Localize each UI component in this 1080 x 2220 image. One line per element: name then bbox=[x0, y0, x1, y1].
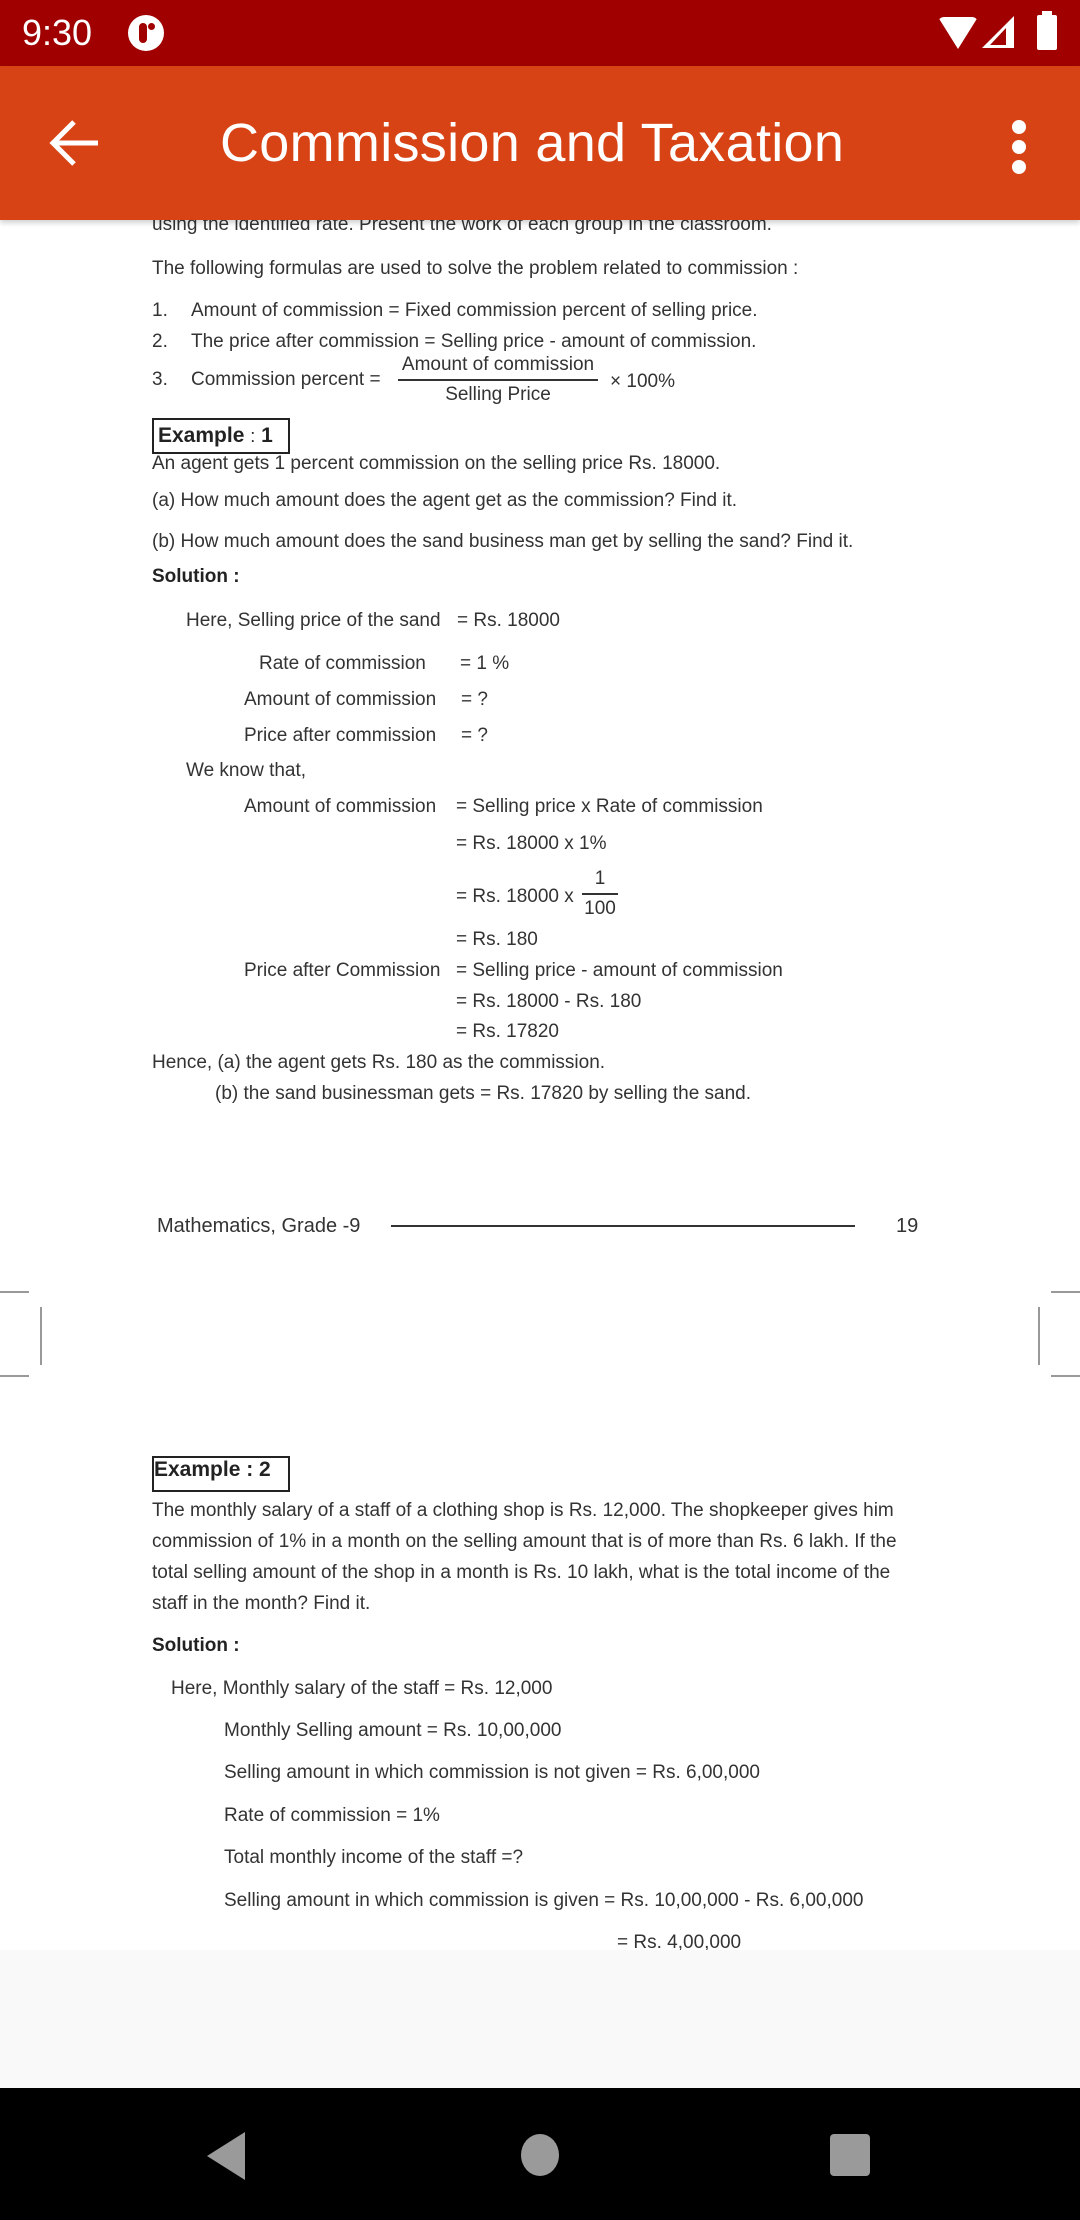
solution-line: Selling amount in which commission is no… bbox=[224, 1762, 760, 1783]
signal-icon bbox=[982, 16, 1014, 48]
footer-rule bbox=[391, 1225, 855, 1227]
commission-percent-fraction: Amount of commission Selling Price bbox=[398, 354, 598, 406]
nav-recents-button[interactable] bbox=[830, 2134, 870, 2176]
solution-line: Selling amount in which commission is gi… bbox=[224, 1890, 864, 1911]
example-1-part-a: (a) How much amount does the agent get a… bbox=[152, 490, 738, 511]
formulas-intro: The following formulas are used to solve… bbox=[152, 258, 799, 279]
example-2-label: Example : 2 bbox=[154, 1458, 271, 1481]
step-value: = Rs. 18000 x bbox=[456, 886, 574, 907]
step-value: = Selling price - amount of commission bbox=[456, 960, 783, 981]
conclusion-b: (b) the sand businessman gets = Rs. 1782… bbox=[215, 1083, 752, 1104]
given-value: = ? bbox=[461, 725, 488, 746]
example-2-question-line: The monthly salary of a staff of a cloth… bbox=[152, 1500, 894, 1521]
solution-line: Here, Monthly salary of the staff = Rs. … bbox=[171, 1678, 553, 1699]
page-corner-mark bbox=[1038, 1307, 1040, 1365]
example-sep: : bbox=[250, 426, 256, 446]
given-value: = 1 % bbox=[460, 653, 510, 674]
solution-line: = Rs. 4,00,000 bbox=[617, 1932, 742, 1950]
more-vert-icon bbox=[1012, 120, 1026, 134]
given-label: Price after commission bbox=[244, 725, 437, 746]
step-value: = Rs. 18000 - Rs. 180 bbox=[456, 991, 642, 1012]
pdf-document-view[interactable]: using the identified rate. Present the w… bbox=[0, 220, 1080, 1950]
example-2-question-line: staff in the month? Find it. bbox=[152, 1593, 371, 1614]
formula-text: Commission percent = bbox=[191, 369, 381, 390]
solution-line: Rate of commission = 1% bbox=[224, 1805, 440, 1826]
more-vert-icon-dot bbox=[1012, 140, 1026, 154]
example-2-heading: Example : 2 bbox=[152, 1456, 290, 1492]
example-1-heading: Example : 1 bbox=[152, 418, 290, 454]
given-label: Here, Selling price of the sand bbox=[186, 610, 441, 631]
nav-home-button[interactable] bbox=[521, 2134, 559, 2176]
example-2-question-line: commission of 1% in a month on the selli… bbox=[152, 1531, 897, 1552]
fraction-numerator: Amount of commission bbox=[401, 354, 595, 375]
navigation-bar bbox=[0, 2088, 1080, 2220]
we-know-text: We know that, bbox=[186, 760, 307, 781]
formula-suffix: × 100% bbox=[610, 371, 675, 392]
app-title: Commission and Taxation bbox=[220, 113, 845, 173]
formula-text: The price after commission = Selling pri… bbox=[191, 331, 757, 352]
formula-number: 3. bbox=[152, 369, 168, 390]
intro-tail-text: using the identified rate. Present the w… bbox=[152, 220, 772, 235]
app-bar: Commission and Taxation bbox=[0, 66, 1080, 220]
example-number: 1 bbox=[261, 424, 273, 447]
battery-icon bbox=[1037, 11, 1057, 50]
fraction-numerator: 1 bbox=[594, 868, 606, 889]
status-time: 9:30 bbox=[22, 12, 93, 53]
conclusion-a: Hence, (a) the agent gets Rs. 180 as the… bbox=[152, 1052, 606, 1073]
step-label: Price after Commission bbox=[244, 960, 441, 981]
page-corner-mark bbox=[1051, 1375, 1080, 1377]
solution-line: Monthly Selling amount = Rs. 10,00,000 bbox=[224, 1720, 562, 1741]
viewer-background bbox=[0, 1950, 1080, 2088]
example-label: Example bbox=[158, 424, 245, 447]
step-value: = Rs. 18000 x 1% bbox=[456, 833, 607, 854]
fraction-bar bbox=[582, 893, 618, 895]
status-bar: 9:30 bbox=[0, 0, 1080, 66]
step-value: = Selling price x Rate of commission bbox=[456, 796, 763, 817]
solution-label: Solution : bbox=[152, 1635, 240, 1656]
fraction-denominator: Selling Price bbox=[445, 384, 551, 405]
app-notification-icon bbox=[128, 15, 164, 51]
example-1-part-b: (b) How much amount does the sand busine… bbox=[152, 531, 854, 552]
wifi-icon bbox=[938, 17, 978, 49]
page-corner-mark bbox=[1051, 1291, 1080, 1293]
footer-page-number: 19 bbox=[896, 1215, 919, 1237]
step-value: = Rs. 17820 bbox=[456, 1021, 559, 1042]
formula-text: Amount of commission = Fixed commission … bbox=[191, 300, 758, 321]
step-label: Amount of commission bbox=[244, 796, 437, 817]
fraction-bar bbox=[398, 379, 598, 381]
formula-number: 2. bbox=[152, 331, 168, 352]
step-value: = Rs. 180 bbox=[456, 929, 538, 950]
given-label: Rate of commission bbox=[259, 653, 426, 674]
more-options-button[interactable] bbox=[1000, 112, 1040, 182]
page-corner-mark bbox=[0, 1291, 29, 1293]
footer-book-title: Mathematics, Grade -9 bbox=[157, 1215, 361, 1237]
given-value: = Rs. 18000 bbox=[457, 610, 560, 631]
more-vert-icon-dot bbox=[1012, 160, 1026, 174]
page-corner-mark bbox=[0, 1375, 29, 1377]
example-1-question: An agent gets 1 percent commission on th… bbox=[152, 453, 721, 474]
given-label: Amount of commission bbox=[244, 689, 437, 710]
given-value: = ? bbox=[461, 689, 488, 710]
solution-line: Total monthly income of the staff =? bbox=[224, 1847, 524, 1868]
nav-back-button[interactable] bbox=[207, 2132, 245, 2180]
back-button[interactable] bbox=[40, 108, 110, 178]
page-corner-mark bbox=[40, 1307, 42, 1365]
one-hundredth-fraction: 1 100 bbox=[582, 868, 618, 920]
formula-number: 1. bbox=[152, 300, 168, 321]
example-2-question-line: total selling amount of the shop in a mo… bbox=[152, 1562, 891, 1583]
arrow-left-icon bbox=[49, 120, 98, 166]
solution-label: Solution : bbox=[152, 566, 240, 587]
fraction-denominator: 100 bbox=[584, 898, 616, 919]
